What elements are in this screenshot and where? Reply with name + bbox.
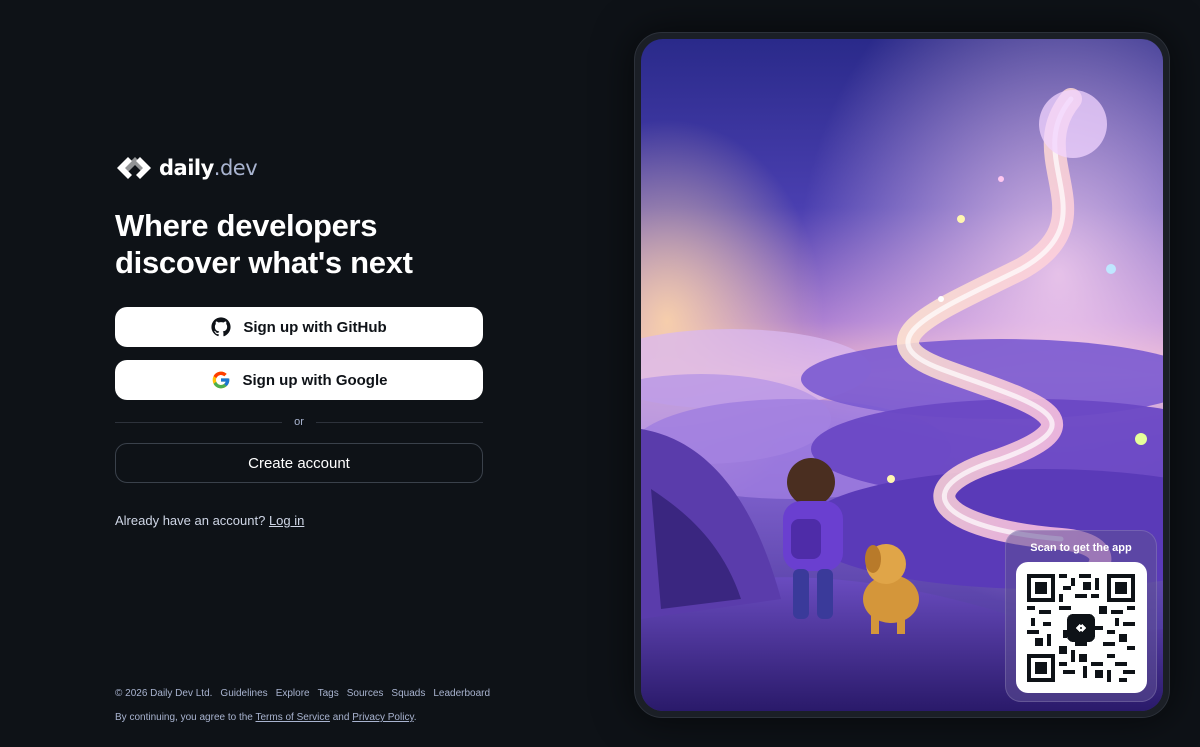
footer-copyright: © 2026 Daily Dev Ltd. (115, 688, 213, 699)
footer-link-tags[interactable]: Tags (318, 688, 339, 699)
footer-link-squads[interactable]: Squads (391, 688, 425, 699)
signup-google-button[interactable]: Sign up with Google (115, 360, 483, 400)
headline-line-2: discover what's next (115, 245, 413, 280)
signup-github-button[interactable]: Sign up with GitHub (115, 307, 483, 347)
legal-and: and (332, 712, 350, 723)
google-icon (212, 371, 229, 389)
login-link[interactable]: Log in (269, 513, 304, 528)
terms-link[interactable]: Terms of Service (255, 712, 329, 723)
legal-suffix: . (413, 712, 417, 723)
footer-link-leaderboard[interactable]: Leaderboard (433, 688, 490, 699)
brand-name: daily (159, 156, 214, 180)
footer-legal: By continuing, you agree to the Terms of… (115, 712, 416, 723)
footer-link-explore[interactable]: Explore (276, 688, 310, 699)
footer-link-guidelines[interactable]: Guidelines (220, 688, 267, 699)
github-icon (211, 317, 231, 337)
divider-text: or (294, 416, 304, 428)
brand-suffix: .dev (213, 156, 258, 180)
qr-code-icon (1027, 573, 1135, 682)
signup-google-label: Sign up with Google (242, 371, 388, 389)
divider-line-left (115, 421, 283, 423)
daily-dev-logo-icon (117, 157, 151, 179)
brand-logo[interactable]: daily .dev (115, 154, 258, 182)
create-account-label: Create account (248, 454, 350, 472)
footer-nav: © 2026 Daily Dev Ltd. Guidelines Explore… (115, 688, 490, 699)
page-title: Where developers discover what's next (115, 207, 485, 281)
legal-prefix: By continuing, you agree to the (115, 712, 253, 723)
footer-link-sources[interactable]: Sources (347, 688, 384, 699)
or-divider: or (115, 414, 483, 430)
qr-code-container[interactable] (1015, 562, 1147, 693)
qr-caption: Scan to get the app (1030, 542, 1132, 554)
login-prompt: Already have an account? Log in (115, 513, 304, 528)
headline-line-1: Where developers (115, 208, 378, 243)
privacy-link[interactable]: Privacy Policy (352, 712, 414, 723)
divider-line-right (315, 421, 483, 423)
create-account-button[interactable]: Create account (115, 443, 483, 483)
login-prompt-text: Already have an account? (115, 513, 266, 528)
signup-panel: daily .dev Where developers discover what… (115, 0, 495, 747)
signup-github-label: Sign up with GitHub (243, 318, 387, 336)
app-qr-card: Scan to get the app (1005, 530, 1157, 702)
